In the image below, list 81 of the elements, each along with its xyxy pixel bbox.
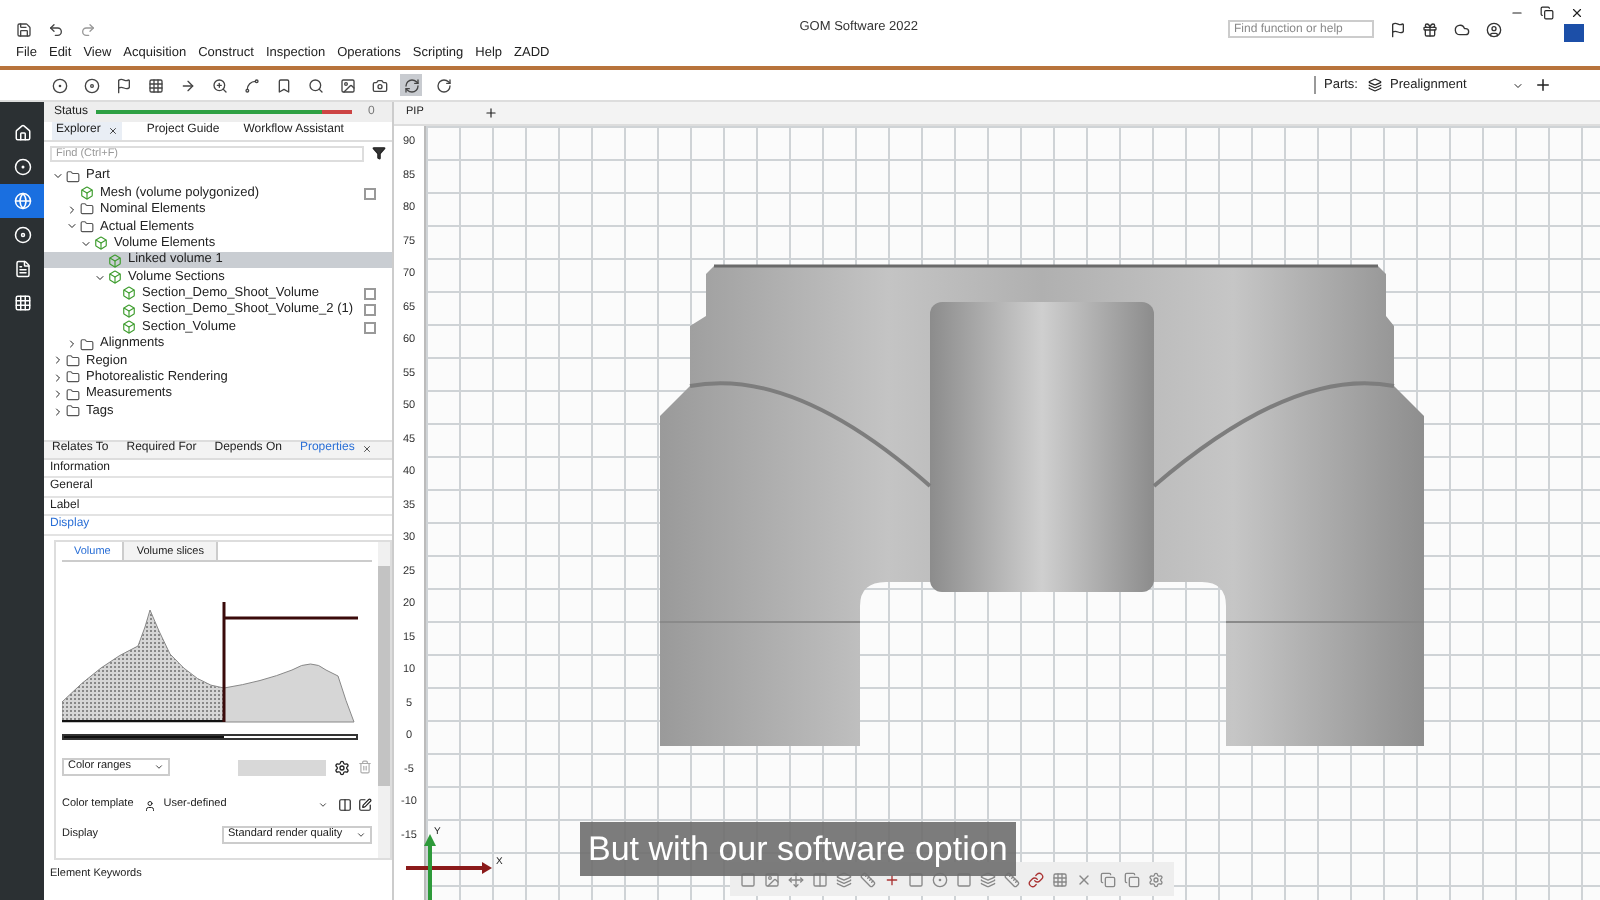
tool-icon — [147, 77, 163, 93]
expand-icon[interactable] — [66, 338, 78, 351]
view-tool-icon[interactable] — [1052, 871, 1068, 887]
folder-icon — [66, 169, 80, 184]
tool-icon — [435, 77, 451, 93]
gift-icon[interactable] — [1422, 22, 1438, 38]
toolbar-button[interactable] — [80, 74, 102, 96]
caret-icon — [1512, 79, 1524, 91]
tool-icon — [243, 77, 259, 93]
toolbar-button[interactable] — [368, 74, 390, 96]
view-tool-icon[interactable] — [980, 871, 996, 887]
view-tool-icon[interactable] — [1100, 871, 1116, 887]
tool-icon — [275, 77, 291, 93]
checkbox[interactable] — [364, 187, 376, 200]
toolbar-button[interactable] — [432, 74, 454, 96]
add-icon[interactable] — [1534, 76, 1552, 94]
video-caption: But with our software option — [580, 821, 1016, 876]
toolbar-button[interactable] — [240, 74, 262, 96]
tool-icon — [211, 77, 227, 93]
undo-icon[interactable] — [48, 22, 64, 38]
sidebar-icon — [13, 158, 31, 176]
toolbar-button[interactable] — [400, 74, 422, 96]
sidebar-icon — [13, 294, 31, 312]
view-tool-icon[interactable] — [1148, 871, 1164, 887]
expand-icon[interactable] — [52, 371, 64, 384]
toolbar-button[interactable] — [48, 74, 70, 96]
expand-icon[interactable] — [80, 237, 92, 250]
redo-icon[interactable] — [80, 22, 96, 38]
toolbar-button[interactable] — [144, 74, 166, 96]
view-tool-icon[interactable] — [884, 871, 900, 887]
toolbar-button[interactable] — [304, 74, 326, 96]
flag-icon[interactable] — [1390, 22, 1406, 38]
add-view-icon[interactable] — [483, 106, 498, 120]
toolbar-button[interactable] — [112, 74, 134, 96]
user-icon — [143, 799, 156, 811]
expand-icon[interactable] — [66, 220, 78, 233]
checkbox[interactable] — [364, 287, 376, 300]
expand-icon[interactable] — [52, 405, 64, 418]
range-slider[interactable] — [62, 734, 358, 740]
tool-icon — [179, 77, 195, 93]
user-icon[interactable] — [1486, 22, 1502, 38]
caret-icon — [154, 762, 164, 772]
view-tool-icon[interactable] — [1124, 871, 1140, 887]
sidebar-icon — [13, 260, 31, 278]
filter-icon[interactable] — [372, 146, 386, 160]
view-tool-icon[interactable] — [1076, 871, 1092, 887]
sidebar-icon — [13, 192, 31, 210]
caret-icon — [318, 800, 328, 810]
view-tool-icon[interactable] — [788, 871, 804, 887]
columns-icon[interactable] — [338, 798, 352, 812]
expand-icon[interactable] — [52, 388, 64, 401]
sidebar-icon — [13, 124, 31, 142]
tool-icon — [403, 77, 419, 93]
expand-icon[interactable] — [66, 203, 78, 216]
logo-icon — [1564, 24, 1584, 42]
tool-icon — [307, 77, 323, 93]
scrollbar[interactable] — [378, 542, 390, 858]
save-icon[interactable] — [16, 22, 32, 38]
expand-icon[interactable] — [52, 354, 64, 367]
caret-icon — [356, 830, 366, 840]
edit-icon[interactable] — [358, 798, 372, 812]
cloud-icon[interactable] — [1454, 22, 1470, 38]
sidebar-icon — [13, 226, 31, 244]
cube-icon — [80, 186, 94, 201]
tool-icon — [371, 77, 387, 93]
checkbox[interactable] — [364, 304, 376, 317]
toolbar-button[interactable] — [336, 74, 358, 96]
color-dropdown[interactable] — [238, 759, 326, 775]
minimize-icon[interactable] — [1510, 6, 1524, 20]
settings-icon[interactable] — [334, 759, 350, 775]
delete-icon[interactable] — [358, 760, 372, 774]
expand-icon[interactable] — [52, 170, 64, 183]
expand-icon[interactable] — [94, 271, 106, 284]
toolbar-button[interactable] — [208, 74, 230, 96]
layers-icon — [1368, 78, 1382, 92]
view-tool-icon[interactable] — [1028, 871, 1044, 887]
close-icon[interactable] — [1570, 6, 1584, 20]
tool-icon — [339, 77, 355, 93]
view-tool-icon[interactable] — [836, 871, 852, 887]
checkbox[interactable] — [364, 321, 376, 334]
restore-icon[interactable] — [1540, 6, 1554, 20]
